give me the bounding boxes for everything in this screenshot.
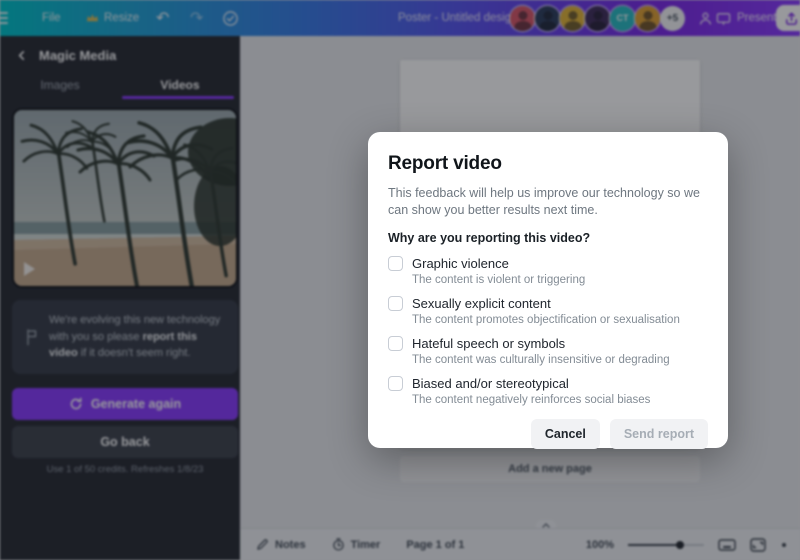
cancel-button[interactable]: Cancel (530, 419, 600, 449)
checkbox-sexually-explicit[interactable] (388, 296, 403, 311)
report-video-dialog: Report video This feedback will help us … (368, 132, 728, 449)
dialog-question: Why are you reporting this video? (388, 231, 591, 245)
dialog-title: Report video (388, 153, 502, 174)
option-label[interactable]: Hateful speech or symbols (412, 336, 565, 351)
option-description: The content was culturally insensitive o… (412, 354, 670, 366)
option-description: The content promotes objectification or … (412, 314, 680, 326)
checkbox-hateful-speech[interactable] (388, 336, 403, 351)
dialog-description: This feedback will help us improve our t… (388, 186, 700, 217)
option-label[interactable]: Graphic violence (412, 256, 509, 271)
report-option: Hateful speech or symbols The content wa… (388, 336, 708, 366)
option-description: The content negatively reinforces social… (412, 394, 651, 406)
report-option: Biased and/or stereotypical The content … (388, 376, 708, 406)
report-option: Sexually explicit content The content pr… (388, 296, 708, 326)
report-option: Graphic violence The content is violent … (388, 256, 708, 286)
option-label[interactable]: Sexually explicit content (412, 296, 551, 311)
checkbox-biased-stereotypical[interactable] (388, 376, 403, 391)
canva-editor-window: File Resize ↶ ↷ Poster - Untitled design… (0, 0, 800, 560)
send-report-button[interactable]: Send report (609, 419, 708, 449)
option-label[interactable]: Biased and/or stereotypical (412, 376, 569, 391)
checkbox-graphic-violence[interactable] (388, 256, 403, 271)
option-description: The content is violent or triggering (412, 274, 586, 286)
